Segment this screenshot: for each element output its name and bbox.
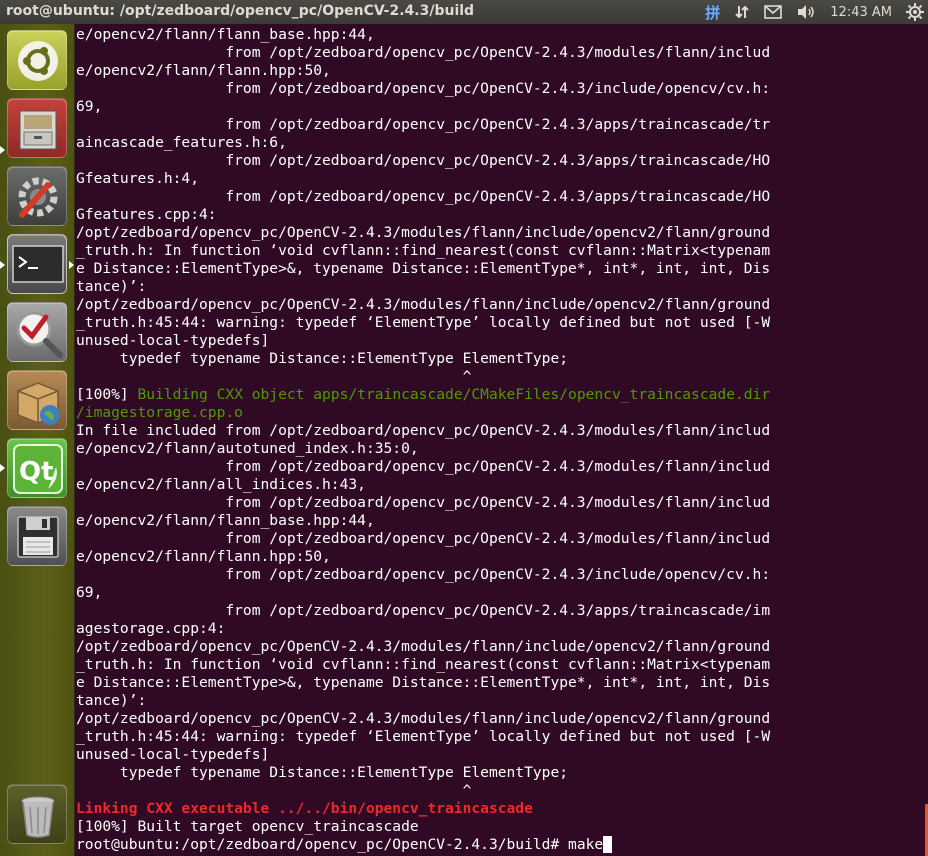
launcher: Qt [0,24,75,856]
window-title: root@ubuntu: /opt/zedboard/opencv_pc/Ope… [6,3,475,19]
command-input[interactable]: make [568,836,603,853]
running-indicator [0,146,5,154]
terminal-line: e/opencv2/flann/all_indices.h:43, [76,476,366,493]
system-settings-button[interactable] [7,166,67,226]
file-manager-button[interactable] [7,98,67,158]
running-indicator [0,261,5,269]
clock[interactable]: 12:43 AM [830,5,892,20]
terminal-line: /opt/zedboard/opencv_pc/OpenCV-2.4.3/mod… [76,224,771,241]
terminal-line: Gfeatures.h:4, [76,170,200,187]
terminal-line: unused-local-typedefs] [76,332,270,349]
qt-check-button[interactable] [7,302,67,362]
ubuntu-logo-icon [18,41,58,81]
trash-icon [21,796,55,838]
terminal-line: e/opencv2/flann/flann_base.hpp:44, [76,512,375,529]
terminal-line: from /opt/zedboard/opencv_pc/OpenCV-2.4.… [76,116,771,133]
terminal-line: e Distance::ElementType>&, typename Dist… [76,260,771,277]
text-cursor [603,836,613,853]
filing-cabinet-icon [19,110,57,150]
disk-utility-button[interactable] [7,506,67,566]
settings-wrench-icon [18,177,58,218]
terminal-line: tance)’: [76,692,147,709]
terminal-line: _truth.h:45:44: warning: typedef ‘Elemen… [76,314,771,331]
svg-text:Qt: Qt [19,457,54,487]
gear-icon[interactable] [906,3,924,21]
top-panel: root@ubuntu: /opt/zedboard/opencv_pc/Ope… [0,0,928,24]
terminal-line: from /opt/zedboard/opencv_pc/OpenCV-2.4.… [76,530,771,547]
terminal-output: e/opencv2/flann/flann_base.hpp:44, from … [76,26,770,854]
indicator-area: 拼 12:43 AM [705,0,924,24]
floppy-disk-icon [17,516,59,558]
terminal-line: _truth.h:45:44: warning: typedef ‘Elemen… [76,728,771,745]
terminal-line: Gfeatures.cpp:4: [76,206,217,223]
terminal-line: 69, [76,584,103,601]
terminal-line: typedef typename Distance::ElementType E… [76,350,569,367]
terminal-line: unused-local-typedefs] [76,746,270,763]
ubuntu-dash-button[interactable] [7,30,67,90]
terminal-line: e/opencv2/flann/autotuned_index.h:35:0, [76,440,419,457]
terminal-line: /opt/zedboard/opencv_pc/OpenCV-2.4.3/mod… [76,638,771,655]
terminal-line: 69, [76,98,103,115]
terminal-line: from /opt/zedboard/opencv_pc/OpenCV-2.4.… [76,602,771,619]
volume-icon[interactable] [796,4,816,20]
package-installer-button[interactable] [7,370,67,430]
terminal-line: Linking CXX executable ../../bin/opencv_… [76,800,533,817]
terminal-line: ^ [76,782,472,799]
terminal-line: from /opt/zedboard/opencv_pc/OpenCV-2.4.… [76,80,771,97]
keyboard-indicator[interactable]: 拼 [705,2,720,23]
terminal-line: /opt/zedboard/opencv_pc/OpenCV-2.4.3/mod… [76,710,771,727]
terminal-line: _truth.h: In function ‘void cvflann::fin… [76,656,771,673]
terminal-line: from /opt/zedboard/opencv_pc/OpenCV-2.4.… [76,566,771,583]
package-globe-icon [17,382,60,425]
prompt-line[interactable]: root@ubuntu:/opt/zedboard/opencv_pc/Open… [76,836,770,854]
mail-icon[interactable] [764,5,783,19]
terminal-window[interactable]: e/opencv2/flann/flann_base.hpp:44, from … [75,24,928,856]
terminal-line: _truth.h: In function ‘void cvflann::fin… [76,242,771,259]
terminal-line: e/opencv2/flann/flann_base.hpp:44, [76,26,375,43]
active-indicator [69,261,74,269]
terminal-line: [100%] Built target opencv_traincascade [76,818,419,835]
network-icon[interactable] [734,4,750,20]
build-message: Building CXX object apps/traincascade/CM… [137,386,771,403]
terminal-line: [100%] Building CXX object apps/traincas… [76,386,770,404]
terminal-line: aincascade_features.h:6, [76,134,287,151]
running-indicator [0,464,5,472]
progress-prefix: [100%] [76,386,138,403]
trash-button[interactable] [7,784,67,844]
terminal-line: from /opt/zedboard/opencv_pc/OpenCV-2.4.… [76,152,771,169]
terminal-line: e/opencv2/flann/flann.hpp:50, [76,548,331,565]
terminal-line: from /opt/zedboard/opencv_pc/OpenCV-2.4.… [76,494,771,511]
terminal-line: typedef typename Distance::ElementType E… [76,764,569,781]
terminal-line: tance)’: [76,278,147,295]
terminal-line: from /opt/zedboard/opencv_pc/OpenCV-2.4.… [76,188,771,205]
terminal-line: In file included from /opt/zedboard/open… [76,422,771,439]
terminal-line: /imagestorage.cpp.o [76,404,243,421]
terminal-line: from /opt/zedboard/opencv_pc/OpenCV-2.4.… [76,44,771,61]
qt-creator-button[interactable]: Qt [7,438,67,498]
terminal-line: ^ [76,368,472,385]
terminal-line: /opt/zedboard/opencv_pc/OpenCV-2.4.3/mod… [76,296,771,313]
terminal-line: from /opt/zedboard/opencv_pc/OpenCV-2.4.… [76,458,771,475]
terminal-line: e/opencv2/flann/flann.hpp:50, [76,62,331,79]
terminal-line: e Distance::ElementType>&, typename Dist… [76,674,771,691]
terminal-line: agestorage.cpp:4: [76,620,226,637]
terminal-button[interactable] [7,234,67,294]
qt-logo-icon: Qt [13,444,63,494]
terminal-icon [12,245,64,283]
check-magnifier-icon [16,311,63,358]
shell-prompt: root@ubuntu:/opt/zedboard/opencv_pc/Open… [76,836,569,853]
